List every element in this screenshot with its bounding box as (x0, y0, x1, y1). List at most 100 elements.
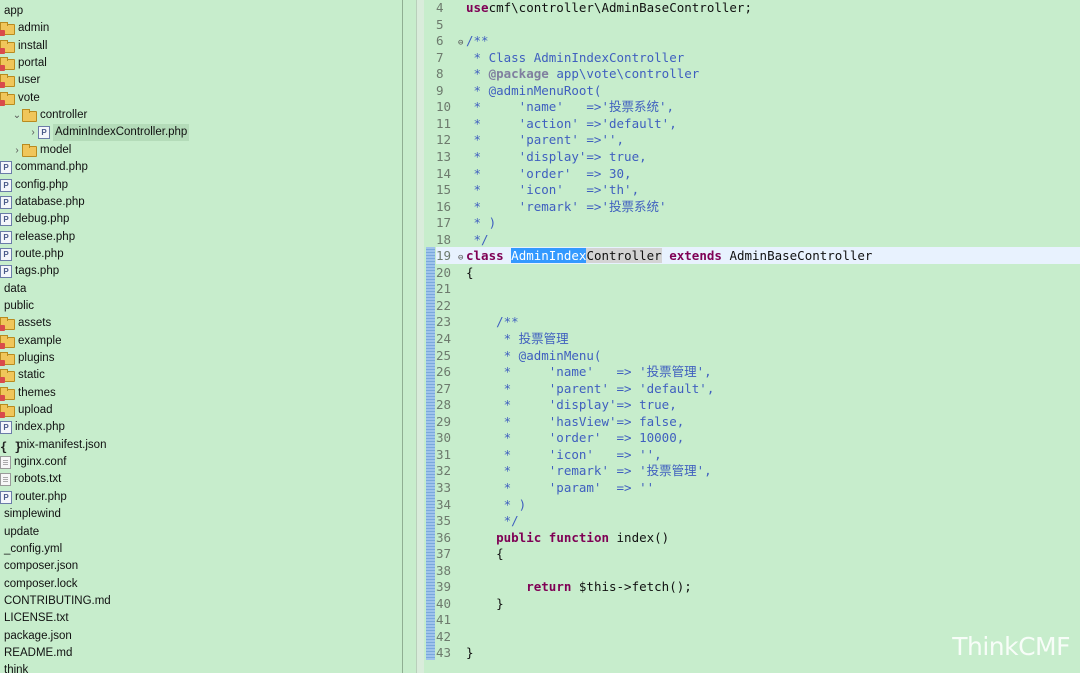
code-line[interactable]: 4 usecmf\controller\AdminBaseController; (436, 0, 752, 17)
tree-item[interactable]: › P AdminIndexController.php (28, 124, 190, 142)
tree-item[interactable]: assets (0, 315, 51, 332)
tree-item[interactable]: { } mix-manifest.json (0, 437, 106, 455)
tree-item[interactable]: README.md (4, 645, 72, 662)
code-line[interactable]: 40 } (436, 596, 504, 613)
code-line[interactable]: 42 (436, 629, 466, 646)
code-line[interactable]: 28 * 'display'=> true, (436, 397, 677, 414)
code-line[interactable]: 5 (436, 17, 466, 34)
code-line[interactable]: 18 */ (436, 232, 489, 249)
tree-item[interactable]: robots.txt (0, 471, 61, 488)
tree-item[interactable]: install (0, 38, 47, 55)
code-line[interactable]: 30 * 'order' => 10000, (436, 430, 684, 447)
code-line[interactable]: 11 * 'action' =>'default', (436, 116, 677, 133)
php-file-icon: P (0, 421, 12, 435)
tree-item-label: portal (18, 57, 47, 70)
tree-item[interactable]: Pdebug.php (0, 211, 69, 228)
tree-item[interactable]: Prouter.php (0, 489, 67, 506)
tree-item[interactable]: composer.lock (4, 576, 78, 593)
code-line[interactable]: 15 * 'icon' =>'th', (436, 182, 639, 199)
code-line[interactable]: 7 * Class AdminIndexController (436, 50, 684, 67)
code-line[interactable]: 43} (436, 645, 474, 662)
line-number: 15 (436, 182, 452, 198)
tree-item-label: admin (18, 22, 50, 35)
line-number: 35 (436, 513, 452, 529)
code-line[interactable]: 32 * 'remark' => '投票管理', (436, 463, 712, 480)
code-line[interactable]: 6 ⊖/** (436, 33, 489, 50)
code-line[interactable]: 14 * 'order' => 30, (436, 166, 632, 183)
code-line[interactable]: 41 (436, 612, 466, 629)
package-folder-icon (0, 39, 15, 54)
php-file-icon: P (0, 178, 12, 192)
tree-item[interactable]: Ptags.php (0, 263, 59, 280)
collapse-arrow-icon[interactable]: › (12, 142, 22, 159)
code-line[interactable]: 19 ⊖ class AdminIndexController extends Ad… (436, 248, 872, 265)
code-line[interactable]: 22 (436, 298, 466, 315)
code-line[interactable]: 21 (436, 281, 466, 298)
tree-item[interactable]: vote (0, 90, 40, 107)
tree-item-label: CONTRIBUTING.md (4, 594, 111, 607)
tree-item[interactable]: think (4, 662, 28, 673)
tree-item[interactable]: Pconfig.php (0, 177, 68, 194)
tree-item[interactable]: portal (0, 55, 47, 72)
tree-item[interactable]: Prelease.php (0, 229, 75, 246)
tree-item[interactable]: data (4, 281, 26, 298)
tree-item-label: README.md (4, 646, 73, 659)
tree-item[interactable]: static (0, 367, 45, 384)
tree-item[interactable]: app (4, 3, 23, 20)
tree-item[interactable]: Pindex.php (0, 419, 65, 436)
code-line[interactable]: 9 * @adminMenuRoot( (436, 83, 601, 100)
collapse-arrow-icon[interactable]: › (28, 124, 38, 141)
tree-item[interactable]: update (4, 524, 39, 541)
code-line[interactable]: 17 * ) (436, 215, 496, 232)
code-line[interactable]: 36 public function index() (436, 530, 669, 547)
code-line[interactable]: 8 * @package app\vote\controller (436, 66, 699, 83)
code-token: * 'icon' =>'th', (466, 182, 640, 198)
tree-item[interactable]: upload (0, 402, 53, 419)
php-file-icon: P (0, 230, 12, 244)
code-line[interactable]: 35 */ (436, 513, 519, 530)
code-line[interactable]: 37 { (436, 546, 504, 563)
line-number: 30 (436, 430, 452, 446)
tree-item[interactable]: user (0, 72, 40, 89)
tree-item-label: install (18, 39, 48, 52)
code-token: app\vote\controller (548, 66, 700, 82)
code-line[interactable]: 27 * 'parent' => 'default', (436, 381, 714, 398)
tree-item[interactable]: nginx.conf (0, 454, 66, 471)
tree-item[interactable]: themes (0, 385, 56, 402)
code-line[interactable]: 10 * 'name' =>'投票系统', (436, 99, 674, 116)
tree-item[interactable]: CONTRIBUTING.md (4, 593, 111, 610)
tree-item[interactable]: LICENSE.txt (4, 610, 69, 627)
tree-item[interactable]: Proute.php (0, 246, 64, 263)
code-line[interactable]: 33 * 'param' => '' (436, 480, 654, 497)
tree-item-label: package.json (4, 629, 72, 642)
tree-item[interactable]: admin (0, 20, 49, 37)
code-line[interactable]: 29 * 'hasView'=> false, (436, 414, 684, 431)
tree-item[interactable]: ⌄ controller (12, 107, 87, 124)
code-line[interactable]: 26 * 'name' => '投票管理', (436, 364, 712, 381)
tree-item[interactable]: simplewind (4, 506, 61, 523)
code-line[interactable]: 16 * 'remark' =>'投票系统' (436, 199, 667, 216)
code-line[interactable]: 20 { (436, 265, 474, 282)
tree-item[interactable]: Pcommand.php (0, 159, 88, 176)
tree-item[interactable]: plugins (0, 350, 54, 367)
code-line[interactable]: 13 * 'display'=> true, (436, 149, 647, 166)
tree-item[interactable]: composer.json (4, 558, 78, 575)
code-line[interactable]: 12 * 'parent' =>'', (436, 132, 624, 149)
tree-item[interactable]: package.json (4, 628, 72, 645)
code-token: * (466, 66, 489, 82)
tree-item[interactable]: public (4, 298, 34, 315)
code-line[interactable]: 23 /** (436, 314, 519, 331)
code-token: */ (466, 231, 489, 247)
code-line[interactable]: 31 * 'icon' => '', (436, 447, 662, 464)
tree-item[interactable]: Pdatabase.php (0, 194, 85, 211)
tree-item[interactable]: example (0, 333, 61, 350)
expand-arrow-icon[interactable]: ⌄ (12, 107, 22, 124)
tree-item[interactable]: › model (12, 142, 71, 159)
code-line[interactable]: 39 return $this->fetch(); (436, 579, 692, 596)
code-line[interactable]: 38 (436, 563, 466, 580)
code-token: * @adminMenu( (466, 347, 602, 363)
tree-item[interactable]: _config.yml (4, 541, 62, 558)
code-line[interactable]: 34 * ) (436, 497, 526, 514)
code-line[interactable]: 24 * 投票管理 (436, 331, 569, 348)
code-line[interactable]: 25 * @adminMenu( (436, 348, 601, 365)
